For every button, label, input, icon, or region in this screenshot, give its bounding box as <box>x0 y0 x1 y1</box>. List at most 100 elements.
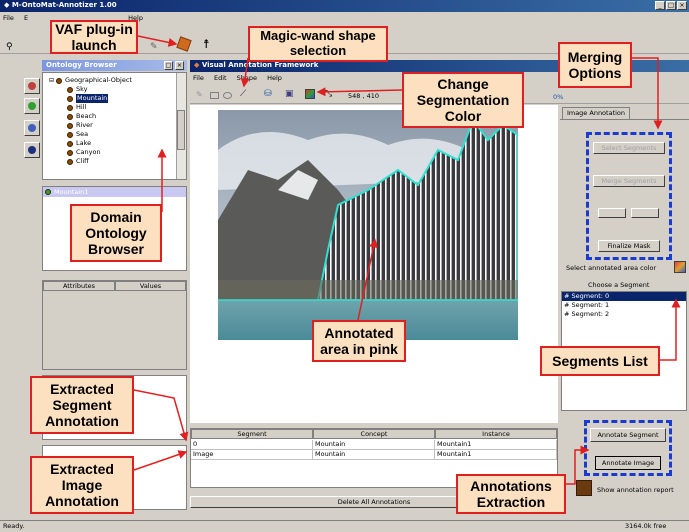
attr-header-values: Values <box>115 281 186 291</box>
tree-item-river[interactable]: River <box>67 121 186 130</box>
left-tool-4[interactable] <box>24 142 40 158</box>
vaf-menu-edit[interactable]: Edit <box>214 74 227 82</box>
pencil-icon[interactable]: ✎ <box>196 90 203 99</box>
open-icon[interactable]: ⚲ <box>6 42 13 52</box>
tree-root[interactable]: ⊟ Geographical-Object <box>49 76 186 85</box>
callout-annotations-extraction: Annotations Extraction <box>456 474 566 514</box>
status-left: Ready. <box>3 522 25 530</box>
class-icon <box>56 77 63 84</box>
select-color-label: Select annotated area color <box>566 264 657 272</box>
instance-row[interactable]: Mountain1 <box>43 187 186 197</box>
tree-root-label: Geographical-Object <box>65 76 132 84</box>
merging-options-highlight <box>586 132 672 260</box>
color-change-icon[interactable] <box>305 89 315 99</box>
tree-item-label: Mountain <box>76 94 109 103</box>
vaf-menu-file[interactable]: File <box>193 74 204 82</box>
segment-item-2[interactable]: # Segment: 2 <box>562 310 686 319</box>
segment-item-0[interactable]: # Segment: 0 <box>562 292 686 301</box>
class-icon <box>67 131 73 138</box>
instance-icon <box>45 189 51 195</box>
tree-item-label: Beach <box>76 112 97 120</box>
tool-blue-icon <box>28 124 36 132</box>
ontology-restore-button[interactable]: ▢ <box>164 61 173 70</box>
tree-item-hill[interactable]: Hill <box>67 103 186 112</box>
class-icon <box>67 113 73 120</box>
class-icon <box>67 158 73 165</box>
table-row-1-segment[interactable]: Image <box>191 450 313 460</box>
class-icon <box>67 122 73 129</box>
segment-item-1[interactable]: # Segment: 1 <box>562 301 686 310</box>
tree-scroll-thumb[interactable] <box>177 110 185 150</box>
tool-green-icon <box>28 102 36 110</box>
open-image-icon[interactable]: ⛁ <box>264 89 272 99</box>
minimize-button[interactable]: _ <box>655 1 665 10</box>
tree-item-label: Sea <box>76 130 89 138</box>
window-controls: _ □ × <box>655 1 687 10</box>
callout-change-color: Change Segmentation Color <box>402 72 524 128</box>
ontology-tree: ⊟ Geographical-Object Sky Mountain Hill B… <box>42 72 187 180</box>
tree-item-label: Hill <box>76 103 87 111</box>
status-bar <box>0 520 689 532</box>
tree-item-label: River <box>76 121 93 129</box>
color-picker-icon[interactable] <box>674 261 686 273</box>
attr-header-attributes: Attributes <box>43 281 115 291</box>
tool-red-icon <box>28 82 36 90</box>
ellipse-tool-icon[interactable] <box>223 92 232 99</box>
menu-file[interactable]: File <box>3 14 14 22</box>
maximize-button[interactable]: □ <box>666 1 676 10</box>
tree-item-sea[interactable]: Sea <box>67 130 186 139</box>
callout-merging: Merging Options <box>558 42 632 88</box>
class-icon <box>67 149 73 156</box>
report-icon[interactable] <box>576 480 592 496</box>
rectangle-tool-icon[interactable] <box>210 92 219 99</box>
magic-wand-icon[interactable]: ⟋ <box>240 89 246 99</box>
main-titlebar: ◆ M-OntoMat-Annotizer 1.00 <box>0 0 689 12</box>
class-icon <box>67 140 73 147</box>
tree-item-canyon[interactable]: Canyon <box>67 148 186 157</box>
col-header-segment: Segment <box>191 429 313 439</box>
vaf-menu-help[interactable]: Help <box>267 74 282 82</box>
left-tool-2[interactable] <box>24 98 40 114</box>
menu-edit[interactable]: E <box>24 14 28 22</box>
mountain-image[interactable] <box>218 110 518 340</box>
col-header-concept: Concept <box>313 429 435 439</box>
image-annotation-tab[interactable]: Image Annotation <box>562 107 630 119</box>
class-icon <box>67 95 73 102</box>
left-tool-1[interactable] <box>24 78 40 94</box>
table-row-1-concept[interactable]: Mountain <box>313 450 435 460</box>
callout-extracted-image: Extracted Image Annotation <box>30 456 134 514</box>
show-report-label[interactable]: Show annotation report <box>597 486 674 494</box>
tree-item-cliff[interactable]: Cliff <box>67 157 186 166</box>
table-row-1-instance[interactable]: Mountain1 <box>435 450 557 460</box>
tree-item-label: Canyon <box>76 148 101 156</box>
col-header-instance: Instance <box>435 429 557 439</box>
vaf-menubar: File Edit Shape Help <box>193 74 290 82</box>
app-icon: ◆ <box>4 1 12 9</box>
extraction-buttons-highlight <box>584 420 672 476</box>
vaf-title: Visual Annotation Framework <box>201 61 319 69</box>
tree-item-label: Cliff <box>76 157 89 165</box>
vaf-icon: ◆ <box>194 61 202 69</box>
tree-item-lake[interactable]: Lake <box>67 139 186 148</box>
tree-item-sky[interactable]: Sky <box>67 85 186 94</box>
left-tool-3[interactable] <box>24 120 40 136</box>
tree-item-label: Sky <box>76 85 88 93</box>
progress-label: 0% <box>553 93 564 101</box>
tree-item-beach[interactable]: Beach <box>67 112 186 121</box>
vaf-menu-shape[interactable]: Shape <box>237 74 257 82</box>
attributes-table: Attributes Values <box>42 280 187 370</box>
close-button[interactable]: × <box>677 1 687 10</box>
table-row-0-concept[interactable]: Mountain <box>313 440 435 450</box>
save-icon[interactable]: ▣ <box>285 89 294 99</box>
table-row-0-instance[interactable]: Mountain1 <box>435 440 557 450</box>
callout-vaf-plugin: VAF plug-in launch <box>50 20 138 54</box>
tool-icon[interactable]: ✎ <box>150 42 158 52</box>
tree-item-mountain[interactable]: Mountain <box>67 94 186 103</box>
callout-domain-ontology: Domain Ontology Browser <box>70 204 162 262</box>
person-icon[interactable]: ☨ <box>203 37 210 51</box>
ontology-browser-title: Ontology Browser <box>46 61 117 69</box>
ontology-close-button[interactable]: × <box>175 61 184 70</box>
table-row-0-segment[interactable]: 0 <box>191 440 313 450</box>
segment-tool-icon[interactable]: ⤡ <box>325 89 332 99</box>
instance-label: Mountain1 <box>54 188 89 196</box>
